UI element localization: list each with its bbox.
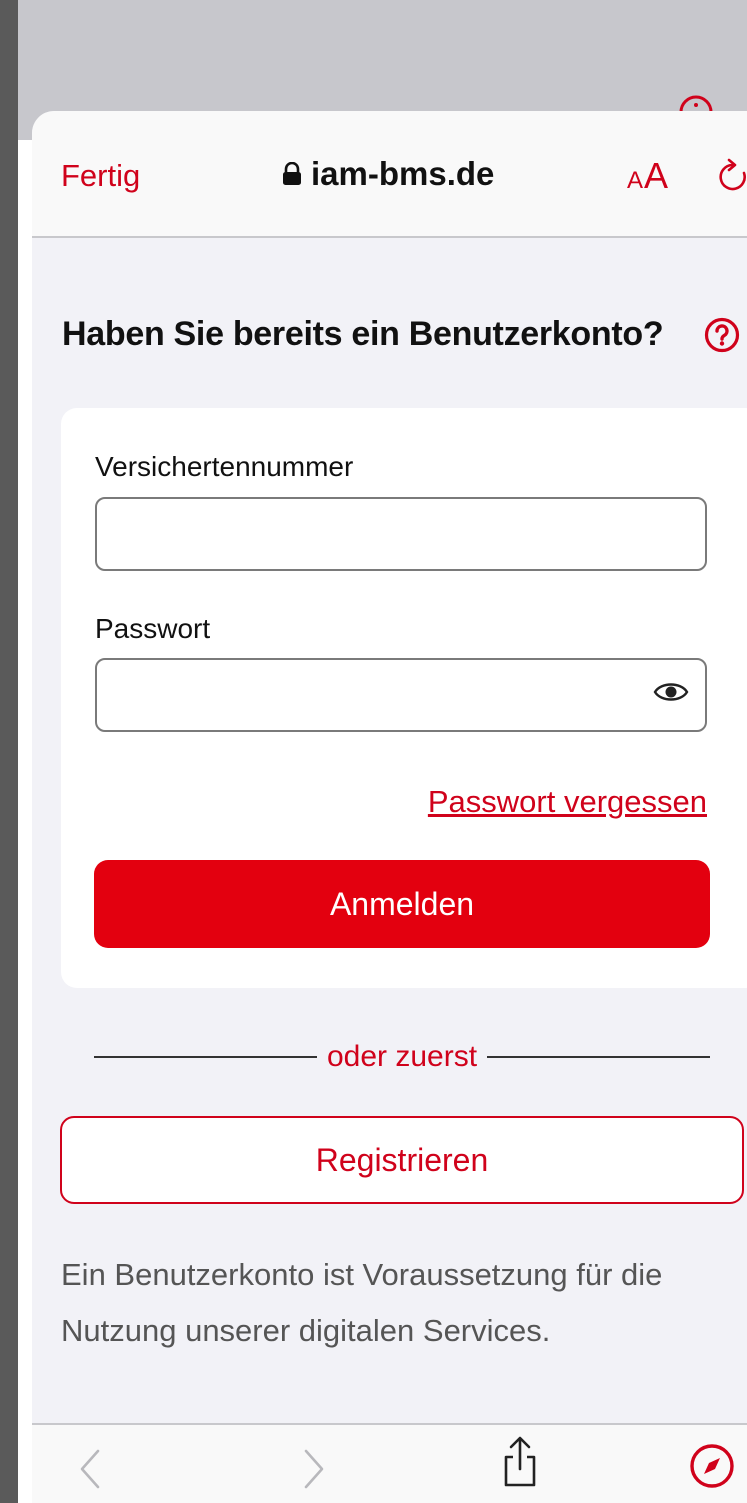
address-bar[interactable]: iam-bms.de	[282, 155, 494, 193]
divider-line-left	[94, 1056, 317, 1058]
divider-line-right	[487, 1056, 711, 1058]
password-input[interactable]	[95, 658, 707, 732]
done-button[interactable]: Fertig	[61, 158, 140, 194]
browser-toolbar	[32, 1423, 747, 1503]
domain-text: iam-bms.de	[311, 155, 495, 192]
compass-icon[interactable]	[689, 1443, 735, 1489]
lock-icon	[283, 162, 301, 185]
register-button[interactable]: Registrieren	[60, 1116, 744, 1204]
back-icon[interactable]	[78, 1447, 102, 1491]
divider-text: oder zuerst	[326, 1040, 478, 1073]
or-divider: oder zuerst	[94, 1037, 711, 1077]
browser-sheet: Fertig iam-bms.de AA Haben Sie bereits e…	[32, 111, 747, 1503]
password-label: Passwort	[95, 613, 211, 644]
reload-icon[interactable]	[718, 157, 747, 197]
eye-icon[interactable]	[653, 678, 689, 706]
login-card: Versichertennummer Passwort Passwort ver…	[61, 408, 747, 988]
text-size-button[interactable]: AA	[627, 155, 669, 197]
login-heading: Haben Sie bereits ein Benutzerkonto?	[62, 315, 664, 353]
device-screen: Fertig iam-bms.de AA Haben Sie bereits e…	[18, 0, 747, 1503]
text-size-large-label: A	[644, 155, 670, 196]
browser-nav-bar: Fertig iam-bms.de AA	[32, 111, 747, 238]
text-size-small-label: A	[627, 167, 645, 194]
insurance-number-label: Versichertennummer	[95, 451, 354, 482]
help-icon[interactable]	[704, 317, 740, 353]
forward-icon[interactable]	[302, 1447, 326, 1491]
share-icon[interactable]	[500, 1435, 540, 1489]
forgot-password-link[interactable]: Passwort vergessen	[428, 784, 707, 820]
login-button[interactable]: Anmelden	[94, 860, 710, 948]
insurance-number-input[interactable]	[95, 497, 707, 571]
account-info-text: Ein Benutzerkonto ist Voraussetzung für …	[61, 1257, 663, 1348]
